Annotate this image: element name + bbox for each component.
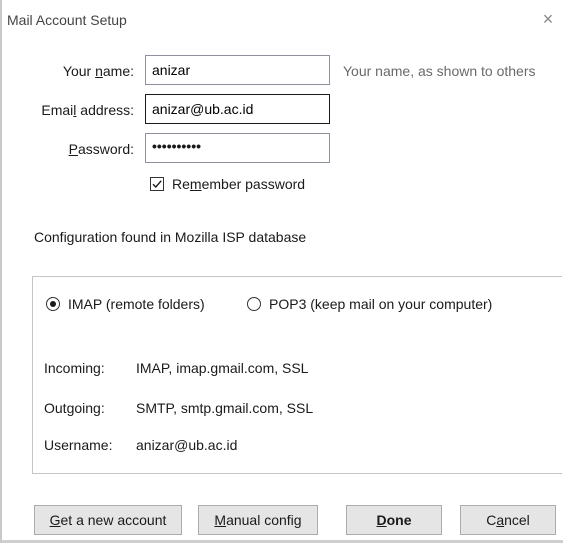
manual-config-button[interactable]: Manual config: [198, 505, 318, 535]
remember-password-row[interactable]: Remember password: [150, 176, 305, 192]
name-label: Your name:: [62, 63, 134, 79]
pop3-label: POP3 (keep mail on your computer): [269, 296, 493, 312]
close-button[interactable]: ×: [537, 8, 559, 30]
get-new-account-button[interactable]: Get a new account: [34, 505, 182, 535]
mail-account-setup-dialog: Mail Account Setup × Your name: Your nam…: [0, 0, 563, 543]
pop3-option[interactable]: POP3 (keep mail on your computer): [247, 296, 492, 312]
username-label: Username:: [44, 437, 113, 453]
cancel-button[interactable]: Cancel: [460, 505, 556, 535]
window-border: [0, 0, 2, 543]
checkmark-icon: [152, 180, 162, 189]
remember-password-checkbox[interactable]: [150, 177, 164, 191]
name-hint: Your name, as shown to others: [343, 63, 536, 79]
email-input[interactable]: [145, 94, 330, 124]
outgoing-label: Outgoing:: [44, 400, 105, 416]
outgoing-value: SMTP, smtp.gmail.com, SSL: [136, 400, 314, 416]
window-title: Mail Account Setup: [7, 12, 127, 28]
imap-option[interactable]: IMAP (remote folders): [46, 296, 205, 312]
password-label: Password:: [68, 141, 134, 157]
username-value: anizar@ub.ac.id: [136, 437, 238, 453]
pop3-radio[interactable]: [247, 297, 261, 311]
incoming-value: IMAP, imap.gmail.com, SSL: [136, 360, 309, 376]
imap-label: IMAP (remote folders): [68, 296, 205, 312]
config-status-text: Configuration found in Mozilla ISP datab…: [34, 229, 307, 245]
done-button[interactable]: Done: [346, 505, 442, 535]
imap-radio[interactable]: [46, 297, 60, 311]
title-bar: Mail Account Setup ×: [2, 0, 563, 40]
incoming-label: Incoming:: [44, 360, 105, 376]
remember-password-label: Remember password: [172, 176, 306, 192]
name-input[interactable]: [145, 55, 330, 85]
email-label: Email address:: [41, 102, 134, 118]
password-input[interactable]: ••••••••••: [145, 133, 330, 163]
